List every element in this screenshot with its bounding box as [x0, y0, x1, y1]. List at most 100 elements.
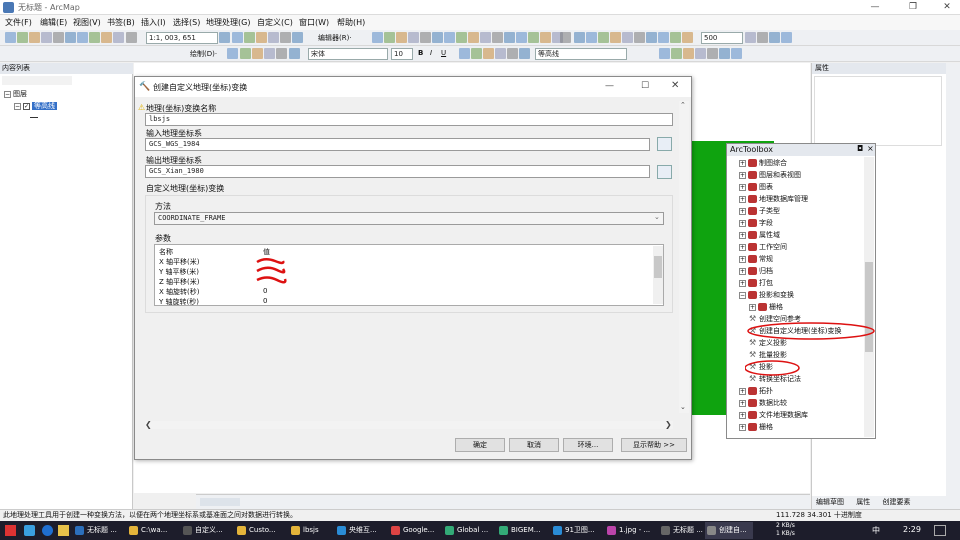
- collapse-icon[interactable]: −: [4, 90, 11, 98]
- minimize-button[interactable]: —: [868, 1, 882, 13]
- taskbar-item[interactable]: Custo...: [235, 522, 287, 539]
- toolbar-tool-icon[interactable]: [256, 32, 267, 43]
- taskbar-item[interactable]: 央维互...: [335, 522, 387, 539]
- input-gcs-field[interactable]: GCS_WGS_1984: [145, 138, 650, 151]
- toolbox-item[interactable]: + 制图综合: [739, 157, 787, 169]
- toolbar-tool-icon[interactable]: [240, 48, 251, 59]
- toolbox-item[interactable]: + 字段: [739, 217, 773, 229]
- toolbox-item[interactable]: + 数据比较: [739, 397, 787, 409]
- toolbar-tool-icon[interactable]: [492, 32, 503, 43]
- taskbar-item[interactable]: 创建自...: [705, 522, 753, 539]
- toolbar-tool-icon[interactable]: [519, 48, 530, 59]
- menu-item[interactable]: 自定义(C): [257, 17, 293, 28]
- font-size-combo[interactable]: 10: [391, 48, 413, 60]
- toolbar-tool-icon[interactable]: [289, 48, 300, 59]
- toolbar-tool-icon[interactable]: [658, 32, 669, 43]
- menu-item[interactable]: 文件(F): [5, 17, 32, 28]
- taskbar-item[interactable]: 1.jpg - ...: [605, 522, 657, 539]
- layer-checkbox[interactable]: ✓: [23, 102, 30, 110]
- output-gcs-field[interactable]: GCS_Xian_1980: [145, 165, 650, 178]
- toolbar-tool-icon[interactable]: [528, 32, 539, 43]
- toolbar-tool-icon[interactable]: [683, 48, 694, 59]
- toolbar-tool-icon[interactable]: [480, 32, 491, 43]
- taskbar-pinned-icon[interactable]: [24, 525, 35, 536]
- toolbox-item[interactable]: + 地理数据库管理: [739, 193, 808, 205]
- toolbar-tool-icon[interactable]: [622, 32, 633, 43]
- expand-icon[interactable]: +: [739, 255, 746, 263]
- toolbar-tool-icon[interactable]: [507, 48, 518, 59]
- toolbox-item[interactable]: + 工作空间: [739, 241, 787, 253]
- show-help-button[interactable]: 显示帮助 >>: [621, 438, 687, 452]
- toolbar-tool-icon[interactable]: [671, 48, 682, 59]
- tab-create-features[interactable]: 创建要素: [882, 498, 910, 506]
- toolbox-item[interactable]: − 投影和变换: [739, 289, 794, 301]
- expand-icon[interactable]: +: [739, 243, 746, 251]
- menu-item[interactable]: 帮助(H): [337, 17, 365, 28]
- collapse-icon[interactable]: −: [14, 102, 21, 110]
- toolbar-tool-icon[interactable]: [53, 32, 64, 43]
- toolbar-tool-icon[interactable]: [444, 32, 455, 43]
- param-value[interactable]: 0: [263, 297, 267, 305]
- toolbar-tool-icon[interactable]: [745, 32, 756, 43]
- expand-icon[interactable]: +: [739, 267, 746, 275]
- toolbar-tool-icon[interactable]: [757, 32, 768, 43]
- taskbar-item[interactable]: 91卫图...: [551, 522, 603, 539]
- draw-menu[interactable]: 绘制(D)·: [190, 49, 217, 59]
- method-select[interactable]: COORDINATE_FRAME: [154, 212, 664, 225]
- ie-icon[interactable]: [42, 525, 53, 536]
- toolbar-tool-icon[interactable]: [468, 32, 479, 43]
- toolbox-item[interactable]: + 图表: [739, 181, 773, 193]
- taskbar-item[interactable]: 无标题 ...: [659, 522, 711, 539]
- toolbox-item[interactable]: + 常规: [739, 253, 773, 265]
- environments-button[interactable]: 环境...: [563, 438, 613, 452]
- toolbar-tool-icon[interactable]: [384, 32, 395, 43]
- expand-icon[interactable]: +: [739, 183, 746, 191]
- scroll-up-icon[interactable]: ⌃: [680, 101, 686, 109]
- toolbox-close-icon[interactable]: ×: [867, 144, 874, 153]
- tab-attributes[interactable]: 属性: [856, 498, 870, 506]
- dialog-maximize-button[interactable]: ☐: [641, 81, 649, 91]
- italic-button[interactable]: I: [430, 49, 432, 57]
- toolbar-tool-icon[interactable]: [5, 32, 16, 43]
- scroll-right-icon[interactable]: ❯: [665, 420, 672, 429]
- toolbox-vscrollbar[interactable]: [864, 157, 874, 437]
- toolbar-tool-icon[interactable]: [276, 48, 287, 59]
- bold-button[interactable]: B: [418, 49, 423, 57]
- taskbar-item[interactable]: C:\wa...: [127, 522, 179, 539]
- menu-item[interactable]: 窗口(W): [299, 17, 329, 28]
- browse-input-button[interactable]: [657, 137, 672, 151]
- toolbar-tool-icon[interactable]: [646, 32, 657, 43]
- toolbar-tool-icon[interactable]: [560, 32, 571, 43]
- toolbar-tool-icon[interactable]: [516, 32, 527, 43]
- toolbar-tool-icon[interactable]: [495, 48, 506, 59]
- expand-icon[interactable]: +: [739, 159, 746, 167]
- toolbar-tool-icon[interactable]: [659, 48, 670, 59]
- zoom-combo[interactable]: 500: [701, 32, 743, 44]
- dialog-close-button[interactable]: ✕: [671, 80, 679, 91]
- expand-icon[interactable]: +: [739, 411, 746, 419]
- toolbar-tool-icon[interactable]: [483, 48, 494, 59]
- ime-indicator[interactable]: 中: [872, 525, 880, 536]
- toolbar-tool-icon[interactable]: [65, 32, 76, 43]
- toolbar-tool-icon[interactable]: [471, 48, 482, 59]
- toolbar-tool-icon[interactable]: [540, 32, 551, 43]
- toolbox-item[interactable]: + 子类型: [739, 205, 780, 217]
- layout-view-buttons[interactable]: [200, 498, 240, 506]
- toolbar-tool-icon[interactable]: [372, 32, 383, 43]
- toolbar-tool-icon[interactable]: [280, 32, 291, 43]
- toolbar-tool-icon[interactable]: [244, 32, 255, 43]
- toolbar-tool-icon[interactable]: [695, 48, 706, 59]
- toolbar-tool-icon[interactable]: [41, 32, 52, 43]
- toolbar-tool-icon[interactable]: [682, 32, 693, 43]
- toolbar-tool-icon[interactable]: [432, 32, 443, 43]
- scroll-down-icon[interactable]: ⌄: [680, 403, 686, 411]
- toolbar-tool-icon[interactable]: [252, 48, 263, 59]
- expand-icon[interactable]: +: [739, 195, 746, 203]
- taskbar-item[interactable]: 无标题 ...: [73, 522, 125, 539]
- taskbar-item[interactable]: BIGEM...: [497, 522, 549, 539]
- taskbar-item[interactable]: lbsjs: [289, 522, 341, 539]
- notification-icon[interactable]: [934, 525, 946, 536]
- ok-button[interactable]: 确定: [455, 438, 505, 452]
- toolbar-tool-icon[interactable]: [670, 32, 681, 43]
- scale-combo[interactable]: 1:1, 003, 651: [146, 32, 218, 44]
